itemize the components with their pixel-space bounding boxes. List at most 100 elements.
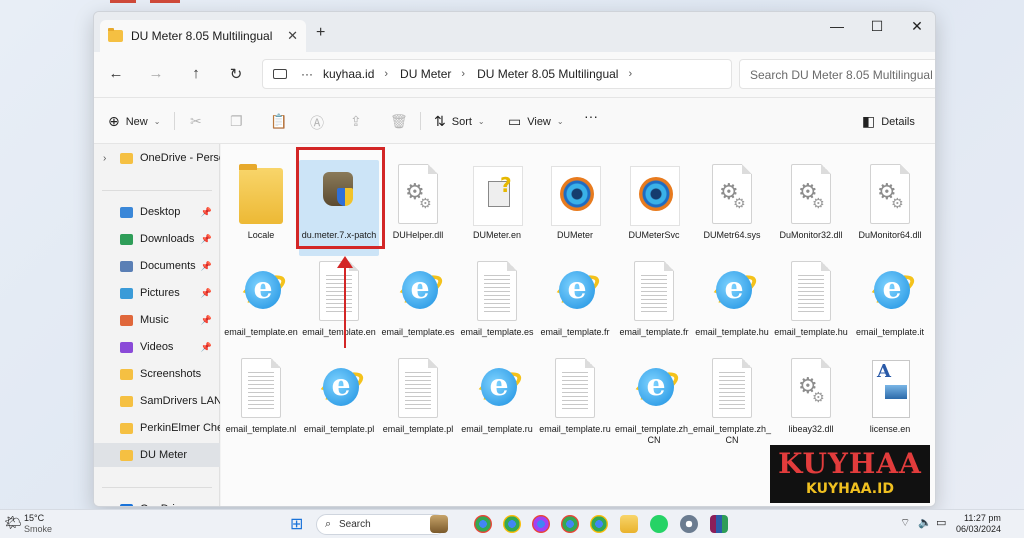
- watermark-line1: KUYHAA: [778, 447, 922, 480]
- file-item[interactable]: email_template.ru: [535, 354, 615, 450]
- sidebar-item-documents[interactable]: Documents 📌: [94, 254, 220, 278]
- new-tab-button[interactable]: +: [316, 24, 325, 42]
- taskbar-search-label: Search: [339, 519, 371, 530]
- sidebar-item-samdrivers-lan[interactable]: SamDrivers LAN: [94, 389, 220, 413]
- share-icon[interactable]: ⇪: [350, 113, 362, 130]
- file-item[interactable]: e email_template.es: [378, 257, 458, 353]
- tab-du-meter[interactable]: DU Meter 8.05 Multilingual ✕: [100, 20, 306, 52]
- file-name: libeay32.dll: [788, 424, 834, 434]
- sidebar-item-du-meter[interactable]: DU Meter: [94, 443, 220, 467]
- delete-icon[interactable]: 🗑: [390, 113, 408, 130]
- file-item[interactable]: ? DUMeter.en: [457, 160, 537, 256]
- back-button[interactable]: ←: [106, 65, 126, 82]
- file-item[interactable]: DUMeter: [535, 160, 615, 256]
- breadcrumb-kuyhaa[interactable]: kuyhaa.id: [323, 67, 374, 81]
- breadcrumb-du-meter[interactable]: DU Meter: [400, 67, 451, 81]
- sort-icon: ⇅: [434, 113, 446, 129]
- details-button[interactable]: ◧ Details: [862, 113, 915, 130]
- rename-icon[interactable]: Ⓐ: [310, 113, 324, 133]
- winrar-icon[interactable]: [710, 515, 728, 533]
- settings-icon[interactable]: [680, 515, 698, 533]
- new-button[interactable]: ⊕ New ⌄: [108, 113, 160, 130]
- sidebar-item-perkinelmer-che[interactable]: PerkinElmer Che: [94, 416, 220, 440]
- file-item[interactable]: Locale: [221, 160, 301, 256]
- chrome-icon[interactable]: [561, 515, 579, 533]
- file-item[interactable]: ⚙ ⚙ DUHelper.dll: [378, 160, 458, 256]
- widget-icon[interactable]: [430, 515, 448, 533]
- file-item[interactable]: e email_template.zh_CN: [614, 354, 694, 450]
- refresh-button[interactable]: ↻: [226, 65, 246, 83]
- more-options-button[interactable]: ···: [584, 108, 598, 124]
- sort-button[interactable]: ⇅ Sort ⌄: [434, 113, 485, 130]
- file-item[interactable]: e email_template.ru: [457, 354, 537, 450]
- sidebar-item-pictures[interactable]: Pictures 📌: [94, 281, 220, 305]
- file-item[interactable]: e email_template.it: [850, 257, 930, 353]
- file-name: DuMonitor64.dll: [858, 230, 922, 240]
- close-button[interactable]: ✕: [902, 18, 932, 35]
- file-name: email_template.ru: [539, 424, 611, 434]
- volume-icon[interactable]: 🔈: [918, 516, 932, 529]
- wifi-icon[interactable]: ⌔: [900, 516, 910, 530]
- file-item[interactable]: email_template.en: [299, 257, 379, 353]
- breadcrumb-more[interactable]: ···: [301, 67, 313, 81]
- address-bar[interactable]: ··· kuyhaa.id › DU Meter › DU Meter 8.05…: [262, 59, 732, 89]
- sidebar-item-onedrive-perso[interactable]: › OneDrive - Perso: [94, 146, 220, 170]
- copy-icon[interactable]: ❐: [230, 113, 243, 130]
- weather-icon[interactable]: 🌤: [4, 514, 22, 531]
- chevron-right-icon[interactable]: ›: [384, 68, 388, 80]
- file-item[interactable]: ⚙ ⚙ DUMetr64.sys: [692, 160, 772, 256]
- battery-icon[interactable]: ▭: [936, 516, 946, 529]
- system-file-icon: ⚙ ⚙: [712, 164, 752, 224]
- minimize-button[interactable]: —: [822, 18, 852, 34]
- forward-button[interactable]: →: [146, 65, 166, 82]
- sidebar-item-desktop[interactable]: Desktop 📌: [94, 200, 220, 224]
- file-item[interactable]: Alicense.en: [850, 354, 930, 450]
- chevron-right-icon[interactable]: ›: [103, 153, 106, 164]
- maximize-button[interactable]: ☐: [862, 18, 892, 35]
- view-button[interactable]: ▭ View ⌄: [508, 113, 564, 130]
- start-icon[interactable]: ⊞: [290, 514, 303, 534]
- file-thumbnail: [547, 164, 603, 226]
- weather-desc[interactable]: Smoke: [24, 524, 52, 534]
- top-accent-strip: [110, 0, 136, 3]
- taskbar-search[interactable]: ⌕ Search: [316, 514, 446, 535]
- sidebar-item-onedrive[interactable]: › OneDrive: [94, 497, 220, 507]
- file-item[interactable]: e email_template.fr: [535, 257, 615, 353]
- file-item[interactable]: e email_template.pl: [299, 354, 379, 450]
- chrome-icon[interactable]: [590, 515, 608, 533]
- sidebar-item-videos[interactable]: Videos 📌: [94, 335, 220, 359]
- weather-temp[interactable]: 15°C: [24, 513, 44, 523]
- chrome-icon[interactable]: [474, 515, 492, 533]
- file-item[interactable]: DUMeterSvc: [614, 160, 694, 256]
- file-item[interactable]: e email_template.hu: [692, 257, 772, 353]
- chevron-right-icon[interactable]: ›: [103, 504, 106, 507]
- sidebar-item-screenshots[interactable]: Screenshots: [94, 362, 220, 386]
- chrome-icon[interactable]: [532, 515, 550, 533]
- file-item[interactable]: e email_template.en: [221, 257, 301, 353]
- whatsapp-icon[interactable]: [650, 515, 668, 533]
- file-item[interactable]: ⚙ ⚙ DuMonitor32.dll: [771, 160, 851, 256]
- clock-time[interactable]: 11:27 pm: [964, 513, 1001, 523]
- file-item[interactable]: email_template.zh_CN: [692, 354, 772, 450]
- chevron-right-icon[interactable]: ›: [628, 68, 632, 80]
- folder-icon: [120, 368, 133, 380]
- chevron-right-icon[interactable]: ›: [461, 68, 465, 80]
- chrome-icon[interactable]: [503, 515, 521, 533]
- file-item[interactable]: ⚙ ⚙ libeay32.dll: [771, 354, 851, 450]
- file-item[interactable]: email_template.pl: [378, 354, 458, 450]
- sidebar-item-downloads[interactable]: Downloads 📌: [94, 227, 220, 251]
- tab-close-button[interactable]: ✕: [287, 28, 298, 44]
- up-button[interactable]: ↑: [186, 65, 206, 82]
- file-item[interactable]: email_template.nl: [221, 354, 301, 450]
- search-input[interactable]: Search DU Meter 8.05 Multilingual: [739, 59, 935, 89]
- file-item[interactable]: email_template.fr: [614, 257, 694, 353]
- breadcrumb-current[interactable]: DU Meter 8.05 Multilingual: [477, 67, 618, 81]
- sidebar-item-music[interactable]: Music 📌: [94, 308, 220, 332]
- file-item[interactable]: email_template.es: [457, 257, 537, 353]
- file-item[interactable]: email_template.hu: [771, 257, 851, 353]
- file-explorer-icon[interactable]: [620, 515, 638, 533]
- file-item[interactable]: ⚙ ⚙ DuMonitor64.dll: [850, 160, 930, 256]
- clock-date[interactable]: 06/03/2024: [956, 524, 1001, 534]
- cut-icon[interactable]: ✂: [190, 113, 202, 130]
- paste-icon[interactable]: 📋: [270, 113, 287, 130]
